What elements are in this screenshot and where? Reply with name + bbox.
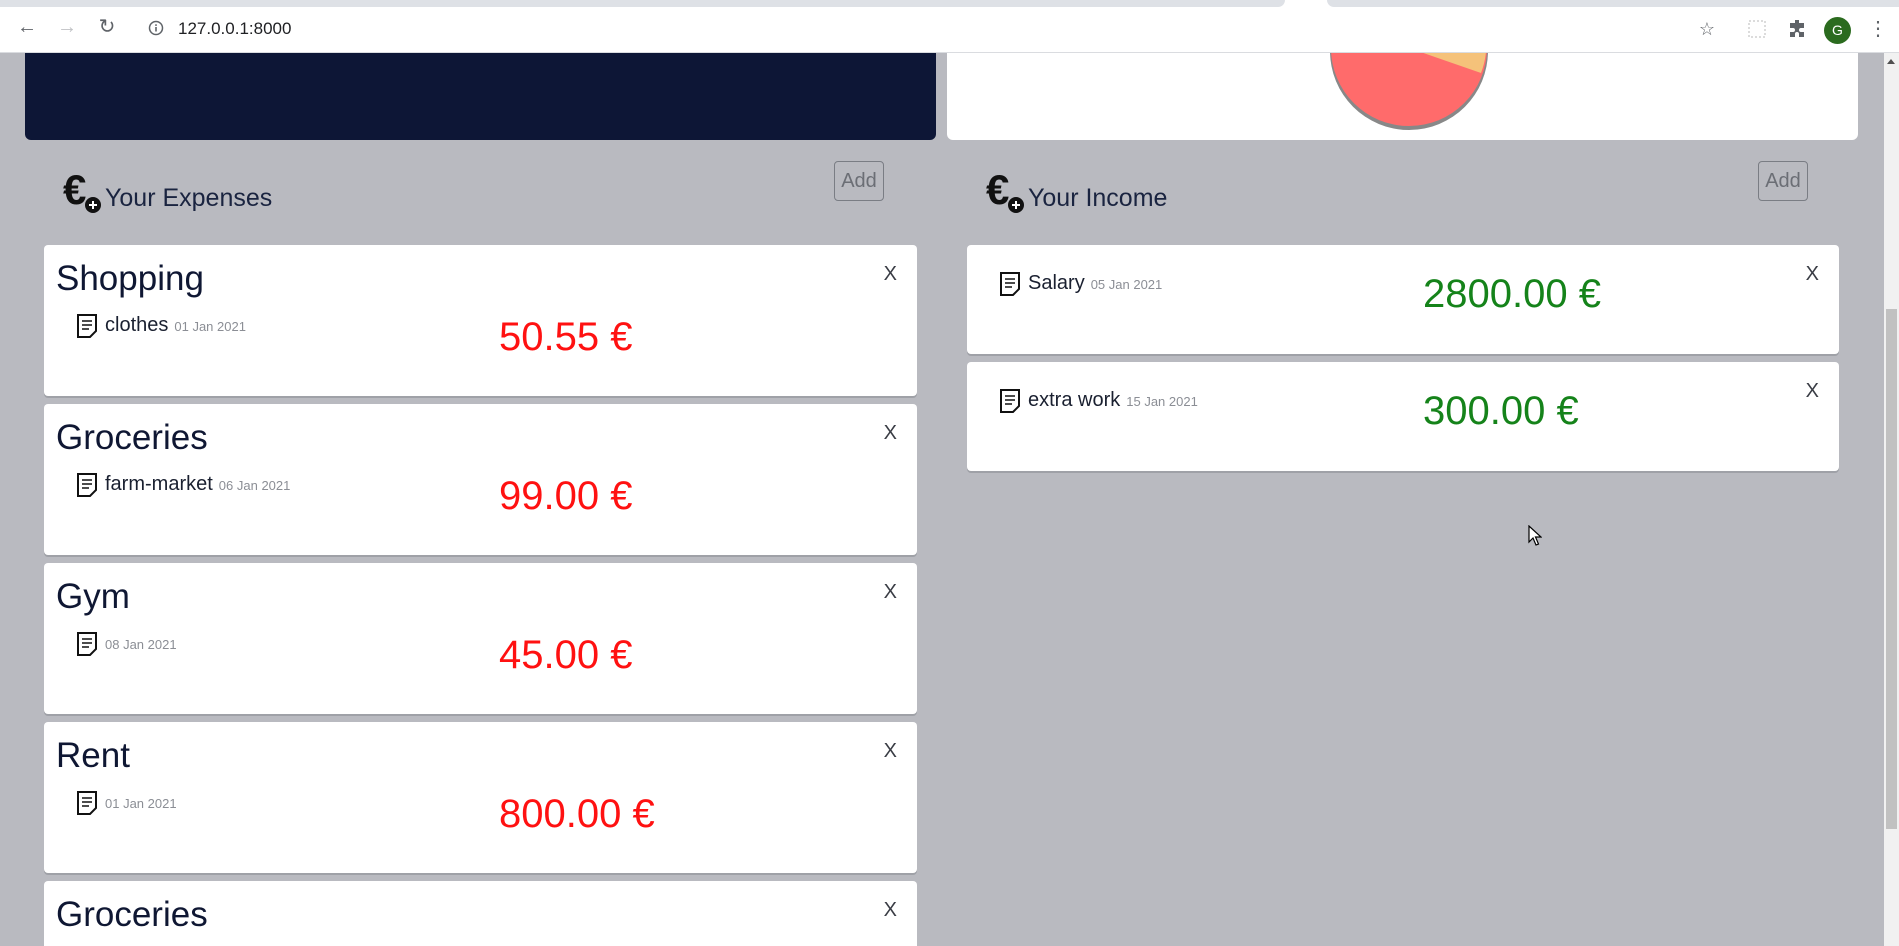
expense-category: Shopping — [56, 259, 204, 298]
income-header: € Your Income Add — [986, 161, 1808, 224]
expense-card: Rent X 01 Jan 2021 800.00 € — [44, 722, 917, 873]
expense-category: Gym — [56, 577, 130, 616]
delete-expense-button[interactable]: X — [884, 899, 897, 922]
expense-card: Shopping X clothes 01 Jan 2021 50.55 € — [44, 245, 917, 396]
expenses-header: € Your Expenses Add — [63, 161, 884, 224]
document-icon — [77, 791, 97, 815]
chart-panel — [947, 53, 1858, 140]
income-title: Your Income — [1028, 184, 1168, 212]
income-description: Salary 05 Jan 2021 — [1028, 272, 1163, 294]
document-icon — [77, 314, 97, 338]
expense-description: 01 Jan 2021 — [105, 796, 177, 811]
site-info-icon[interactable] — [148, 20, 164, 36]
scroll-thumb[interactable] — [1886, 309, 1897, 829]
expense-description: farm-market 06 Jan 2021 — [105, 473, 291, 495]
expense-description: clothes 01 Jan 2021 — [105, 314, 246, 336]
expense-card: Gym X 08 Jan 2021 45.00 € — [44, 563, 917, 714]
document-icon — [77, 632, 97, 656]
menu-kebab-icon[interactable]: ⋮ — [1866, 17, 1890, 41]
expense-amount: 45.00 € — [499, 633, 633, 677]
svg-text:€: € — [986, 170, 1009, 213]
add-expense-button[interactable]: Add — [834, 161, 884, 201]
tab-strip — [0, 0, 1285, 7]
expense-card: Groceries X farm-market 06 Jan 2021 99.00… — [44, 404, 917, 555]
expense-category: Groceries — [56, 895, 208, 934]
expense-category: Rent — [56, 736, 130, 775]
document-icon — [1000, 389, 1020, 413]
expense-card: Groceries X — [44, 881, 917, 946]
svg-text:€: € — [63, 170, 86, 213]
delete-income-button[interactable]: X — [1806, 380, 1819, 403]
add-income-button[interactable]: Add — [1758, 161, 1808, 201]
income-description: extra work 15 Jan 2021 — [1028, 389, 1198, 411]
address-bar[interactable]: 127.0.0.1:8000 — [178, 19, 291, 39]
income-amount: 300.00 € — [1423, 389, 1579, 433]
expense-category: Groceries — [56, 418, 208, 457]
delete-expense-button[interactable]: X — [884, 740, 897, 763]
mouse-cursor-icon — [1528, 525, 1542, 546]
balance-panel — [25, 53, 936, 140]
income-card: X Salary 05 Jan 2021 2800.00 € — [967, 245, 1839, 354]
expense-amount: 99.00 € — [499, 474, 633, 518]
euro-income-icon: € — [986, 170, 1024, 213]
income-amount: 2800.00 € — [1423, 272, 1601, 316]
document-icon — [1000, 272, 1020, 296]
income-card: X extra work 15 Jan 2021 300.00 € — [967, 362, 1839, 471]
delete-expense-button[interactable]: X — [884, 263, 897, 286]
pie-chart — [1330, 53, 1488, 130]
delete-expense-button[interactable]: X — [884, 422, 897, 445]
delete-expense-button[interactable]: X — [884, 581, 897, 604]
scroll-up-arrow-icon[interactable] — [1887, 59, 1895, 64]
bookmark-star-icon[interactable]: ☆ — [1695, 17, 1719, 41]
expenses-title: Your Expenses — [105, 184, 273, 212]
extensions-puzzle-icon[interactable] — [1785, 17, 1809, 41]
document-icon — [77, 473, 97, 497]
extension-placeholder-icon[interactable] — [1745, 17, 1769, 41]
expense-description: 08 Jan 2021 — [105, 637, 177, 652]
profile-avatar[interactable]: G — [1824, 17, 1851, 44]
euro-add-icon: € — [63, 170, 101, 213]
forward-arrow-icon[interactable]: → — [55, 15, 79, 39]
tab-strip-right — [1327, 0, 1899, 7]
expense-amount: 800.00 € — [499, 792, 655, 836]
expense-amount: 50.55 € — [499, 315, 633, 359]
back-arrow-icon[interactable]: ← — [15, 15, 39, 39]
page-scrollbar[interactable] — [1884, 53, 1899, 946]
delete-income-button[interactable]: X — [1806, 263, 1819, 286]
browser-toolbar: ← → ↻ 127.0.0.1:8000 ☆ G ⋮ — [0, 0, 1899, 53]
reload-icon[interactable]: ↻ — [95, 15, 119, 39]
